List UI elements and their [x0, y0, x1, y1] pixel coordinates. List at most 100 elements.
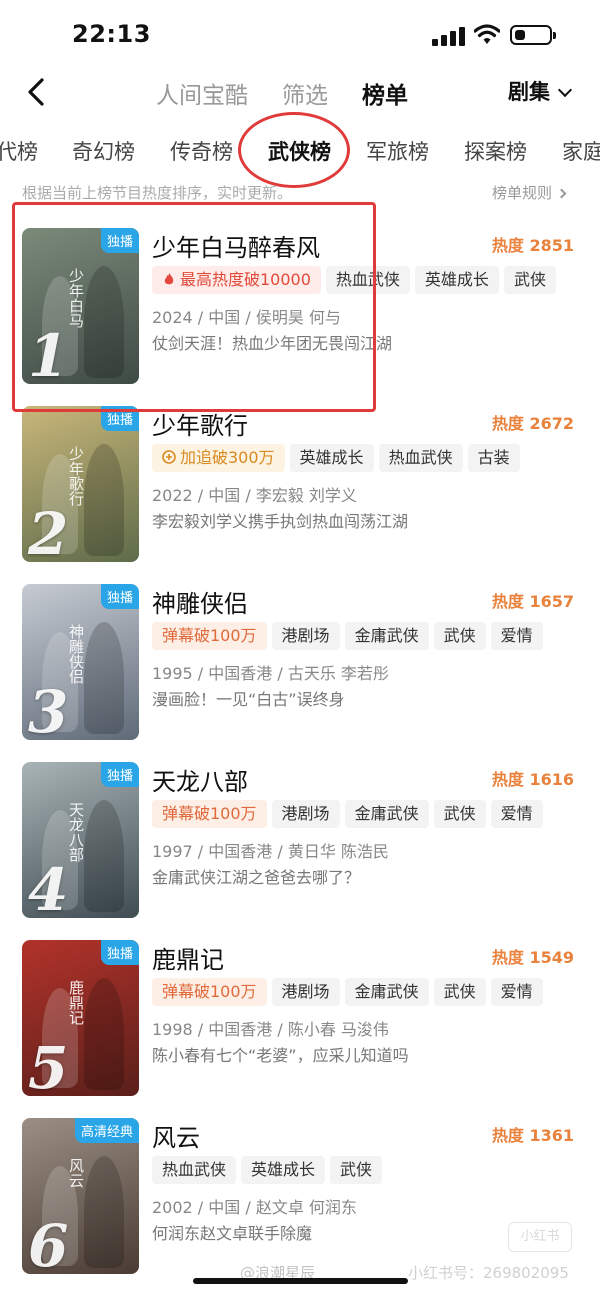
- tag-label: 武侠: [443, 982, 476, 1001]
- tag: 弹幕破100万: [152, 978, 267, 1006]
- list-item[interactable]: 鹿鼎记 独播 5 鹿鼎记 热度 1549 弹幕破100万 港剧场 金庸武侠 武侠 爱情 1998 /…: [0, 940, 600, 1100]
- rules-link-label: 榜单规则: [492, 184, 553, 202]
- tag: 英雄成长: [289, 444, 374, 472]
- tag-label: 武侠: [443, 804, 476, 823]
- tag-label: 武侠: [443, 626, 476, 645]
- category-tab[interactable]: 军旅榜: [366, 136, 429, 166]
- show-meta: 1995 / 中国香港 / 古天乐 李若彤: [152, 664, 389, 683]
- tag-label: 爱情: [500, 982, 533, 1001]
- tab-treasure[interactable]: 人间宝酷: [156, 76, 248, 110]
- show-meta: 2022 / 中国 / 李宏毅 刘学义: [152, 486, 357, 505]
- tag: 武侠: [503, 266, 556, 294]
- plus-circle-icon: [162, 450, 176, 464]
- poster-figure: [84, 444, 124, 556]
- tag: 弹幕破100万: [152, 622, 267, 650]
- chevron-right-icon: [556, 188, 567, 199]
- poster-figure: [84, 622, 124, 734]
- tag-label: 古装: [477, 448, 510, 467]
- show-title[interactable]: 鹿鼎记: [152, 940, 224, 975]
- show-description: 李宏毅刘学义携手执剑热血闯荡江湖: [152, 512, 409, 531]
- tag: 热血武侠: [378, 444, 463, 472]
- tag: 爱情: [490, 800, 543, 828]
- status-bar: 22:13: [0, 0, 600, 70]
- chevron-down-icon: [557, 82, 573, 98]
- tag: 弹幕破100万: [152, 800, 267, 828]
- genre-dropdown[interactable]: 剧集: [508, 76, 573, 106]
- tag: 古装: [467, 444, 520, 472]
- tag-label: 英雄成长: [299, 448, 364, 467]
- show-description: 金庸武侠江湖之爸爸去哪了？: [152, 868, 361, 887]
- rank-number: 2: [28, 500, 69, 562]
- poster-image[interactable]: 风云 高清经典 6: [22, 1118, 139, 1274]
- wifi-icon: [474, 24, 500, 44]
- home-indicator[interactable]: [193, 1278, 408, 1284]
- tag-list: 弹幕破100万 港剧场 金庸武侠 武侠 爱情: [152, 978, 548, 1006]
- tag: 港剧场: [271, 978, 340, 1006]
- list-item[interactable]: 风云 高清经典 6 风云 热度 1361 热血武侠 英雄成长 武侠 2002 / 中国 / 赵文…: [0, 1118, 600, 1278]
- exclusive-badge: 独播: [100, 940, 139, 965]
- poster-image[interactable]: 神雕侠侣 独播 3: [22, 584, 139, 740]
- tag: 金庸武侠: [344, 800, 429, 828]
- tab-filter[interactable]: 筛选: [282, 76, 328, 110]
- show-meta: 1998 / 中国香港 / 陈小春 马浚伟: [152, 1020, 389, 1039]
- tag: 英雄成长: [241, 1156, 326, 1184]
- tag-label: 港剧场: [281, 626, 330, 645]
- show-title[interactable]: 天龙八部: [152, 762, 248, 797]
- tag-label: 武侠: [513, 270, 546, 289]
- tag: 港剧场: [271, 800, 340, 828]
- category-tab[interactable]: 代榜: [0, 136, 38, 166]
- tag-label: 英雄成长: [424, 270, 489, 289]
- battery-level: [515, 30, 525, 40]
- tag-label: 金庸武侠: [354, 626, 419, 645]
- tag-list: 热血武侠 英雄成长 武侠: [152, 1156, 387, 1184]
- rules-link[interactable]: 榜单规则: [492, 182, 567, 203]
- top-nav: 人间宝酷 筛选 榜单 剧集: [0, 70, 600, 116]
- tag: 港剧场: [271, 622, 340, 650]
- tag-label: 加追破300万: [180, 448, 275, 467]
- tag: 武侠: [433, 800, 486, 828]
- exclusive-badge: 独播: [100, 762, 139, 787]
- tag: 爱情: [490, 978, 543, 1006]
- poster-image[interactable]: 少年歌行 独播 2: [22, 406, 139, 562]
- list-item[interactable]: 少年歌行 独播 2 少年歌行 热度 2672 加追破300万 英雄成长 热血武侠 古装 2022 …: [0, 406, 600, 566]
- tag-label: 金庸武侠: [354, 982, 419, 1001]
- tag: 英雄成长: [414, 266, 499, 294]
- show-meta: 2002 / 中国 / 赵文卓 何润东: [152, 1198, 357, 1217]
- heat-score: 热度 2851: [491, 236, 574, 255]
- show-title[interactable]: 神雕侠侣: [152, 584, 248, 619]
- tag-label: 爱情: [500, 804, 533, 823]
- exclusive-badge: 高清经典: [74, 1118, 139, 1143]
- highlight-box-annotation: [12, 202, 376, 412]
- tag-label: 弹幕破100万: [162, 982, 257, 1001]
- list-item[interactable]: 天龙八部 独播 4 天龙八部 热度 1616 弹幕破100万 港剧场 金庸武侠 武侠 爱情 1997…: [0, 762, 600, 922]
- show-description: 陈小春有七个“老婆”，应采儿知道吗: [152, 1046, 409, 1065]
- poster-image[interactable]: 天龙八部 独播 4: [22, 762, 139, 918]
- show-title[interactable]: 风云: [152, 1118, 200, 1153]
- tag-label: 金庸武侠: [354, 804, 419, 823]
- battery-icon: [510, 25, 556, 45]
- list-item[interactable]: 神雕侠侣 独播 3 神雕侠侣 热度 1657 弹幕破100万 港剧场 金庸武侠 武侠 爱情 1995…: [0, 584, 600, 744]
- tag: 武侠: [433, 978, 486, 1006]
- category-tab[interactable]: 奇幻榜: [72, 136, 135, 166]
- tag-label: 弹幕破100万: [162, 626, 257, 645]
- tag: 金庸武侠: [344, 978, 429, 1006]
- category-tab[interactable]: 探案榜: [464, 136, 527, 166]
- genre-label: 剧集: [508, 80, 550, 104]
- tab-ranking[interactable]: 榜单: [362, 76, 408, 110]
- heat-score: 热度 1361: [491, 1126, 574, 1145]
- poster-title-text: 鹿鼎记: [67, 980, 85, 1025]
- tag-label: 热血武侠: [388, 448, 453, 467]
- back-icon[interactable]: [22, 76, 54, 108]
- signal-icon: [432, 26, 465, 46]
- tag-label: 港剧场: [281, 804, 330, 823]
- highlight-circle-annotation: [238, 112, 350, 188]
- tag-list: 加追破300万 英雄成长 热血武侠 古装: [152, 444, 525, 472]
- category-tab[interactable]: 传奇榜: [170, 136, 233, 166]
- show-description: 漫画脸！一见“白古”误终身: [152, 690, 345, 709]
- tag: 金庸武侠: [344, 622, 429, 650]
- tag-label: 港剧场: [281, 982, 330, 1001]
- poster-image[interactable]: 鹿鼎记 独播 5: [22, 940, 139, 1096]
- category-tab[interactable]: 家庭: [562, 136, 600, 166]
- tag-label: 弹幕破100万: [162, 804, 257, 823]
- rank-number: 3: [28, 678, 69, 740]
